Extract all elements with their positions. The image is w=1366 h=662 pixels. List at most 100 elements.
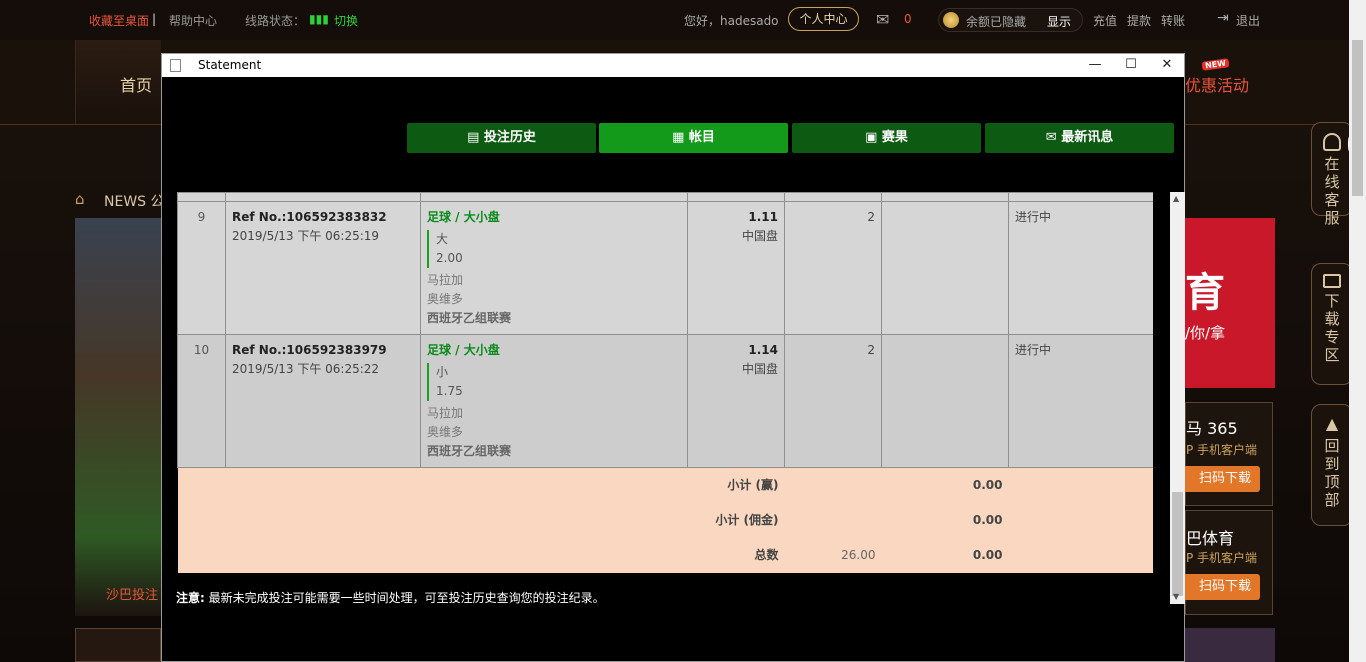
top-bar: 收藏至桌面 | 帮助中心 线路状态： ▮▮▮ 切换 您好，hadesado 个人… xyxy=(0,0,1366,40)
statement-window: Statement — ☐ ✕ ▤ 投注历史 ▦ 帐目 ▣ 赛果 ✉ 最新讯息 … xyxy=(161,53,1185,662)
nav-home[interactable]: 首页 xyxy=(75,40,161,124)
download-button-2[interactable]: 扫码下载 xyxy=(1185,574,1260,600)
tab-results[interactable]: ▣ 赛果 xyxy=(792,123,981,153)
user-center-button[interactable]: 个人中心 xyxy=(788,7,859,31)
tab-bet-history[interactable]: ▤ 投注历史 xyxy=(407,123,596,153)
rocket-icon: ▲ xyxy=(1325,414,1339,433)
online-service-button[interactable]: 在线客服 xyxy=(1311,122,1353,227)
window-titlebar: Statement — ☐ ✕ xyxy=(162,54,1184,77)
logout-icon[interactable]: ⇥ xyxy=(1217,10,1229,26)
app-panel-2-title: 巴体育 xyxy=(1186,529,1235,548)
ref-number[interactable]: Ref No.:106592383979 xyxy=(232,341,414,360)
selection-cell: 足球 / 大小盘 大 2.00 马拉加 奥维多 西班牙乙组联赛 xyxy=(420,201,688,335)
sport-banner-label[interactable]: 沙巴投注 xyxy=(106,584,158,603)
document-icon xyxy=(170,59,181,72)
home-team: 马拉加 xyxy=(427,273,464,287)
news-icon: ⌂ xyxy=(75,190,85,208)
odds-cell: 1.14 中国盘 xyxy=(687,334,785,468)
page-scrollbar-thumb[interactable] xyxy=(1352,40,1363,196)
headset-icon xyxy=(1323,133,1341,151)
odds-value: 1.14 xyxy=(748,343,778,357)
summary-row-commission: 小计 (佣金) 0.00 xyxy=(177,503,1153,538)
online-service-label: 在线客服 xyxy=(1324,155,1340,227)
mail-icon[interactable]: ✉ xyxy=(876,10,889,29)
odds-type: 中国盘 xyxy=(741,229,778,243)
winloss-cell xyxy=(881,201,1009,335)
show-balance-button[interactable]: 显示 xyxy=(1047,13,1071,30)
separator: | xyxy=(152,12,157,26)
total-stake: 26.00 xyxy=(784,538,882,573)
table-scrollbar[interactable]: ▲ ▼ xyxy=(1170,192,1185,604)
greeting: 您好，hadesado xyxy=(684,14,779,28)
notice-prefix: 注意: xyxy=(176,591,205,605)
back-to-top-label: 回到顶部 xyxy=(1324,437,1340,509)
promo-banner[interactable]: 育 /你/拿 xyxy=(1185,218,1275,388)
withdraw-link[interactable]: 提款 xyxy=(1127,12,1151,29)
subtotal-commission-value: 0.00 xyxy=(881,503,1009,538)
download-zone-button[interactable]: 下载专区 xyxy=(1311,263,1353,385)
table-row-partial xyxy=(177,192,1153,202)
summary-row-win: 小计 (赢) 0.00 xyxy=(177,467,1153,503)
mail-count: 0 xyxy=(904,12,912,26)
pick-name: 小 xyxy=(436,365,449,379)
scroll-up-icon[interactable]: ▲ xyxy=(1173,194,1179,203)
page-scrollbar[interactable] xyxy=(1349,0,1366,662)
logout-link[interactable]: 退出 xyxy=(1236,12,1260,29)
app-panel-1-sub: P 手机客户端 xyxy=(1186,443,1258,457)
notice-text: 最新未完成投注可能需要一些时间处理，可至投注历史查询您的投注纪录。 xyxy=(204,591,605,605)
news-title: NEWS 公 xyxy=(104,194,165,210)
nav-promo[interactable]: 优惠活动 xyxy=(1185,72,1249,96)
pick-odds: 2.00 xyxy=(436,251,463,265)
stake-cell: 2 xyxy=(784,334,882,468)
statement-table: 9 Ref No.:106592383832 2019/5/13 下午 06:25… xyxy=(177,192,1153,573)
row-number: 9 xyxy=(177,201,226,335)
download-button-1[interactable]: 扫码下载 xyxy=(1185,466,1260,492)
minimize-button[interactable]: — xyxy=(1077,54,1113,77)
deposit-link[interactable]: 充值 xyxy=(1093,12,1117,29)
download-zone-label: 下载专区 xyxy=(1324,292,1340,364)
close-button[interactable]: ✕ xyxy=(1149,54,1185,77)
subtotal-commission-label: 小计 (佣金) xyxy=(177,503,785,538)
transfer-link[interactable]: 转账 xyxy=(1161,12,1185,29)
odds-value: 1.11 xyxy=(748,210,778,224)
selection-cell: 足球 / 大小盘 小 1.75 马拉加 奥维多 西班牙乙组联赛 xyxy=(420,334,688,468)
monitor-icon xyxy=(1323,274,1341,288)
maximize-button[interactable]: ☐ xyxy=(1113,54,1149,77)
subtotal-win-value: 0.00 xyxy=(881,467,1009,503)
scroll-down-icon[interactable]: ▼ xyxy=(1173,592,1179,601)
ref-cell: Ref No.:106592383832 2019/5/13 下午 06:25:1… xyxy=(225,201,421,335)
pt-panel xyxy=(75,628,161,662)
bet-time: 2019/5/13 下午 06:25:19 xyxy=(232,229,380,243)
winloss-cell xyxy=(881,334,1009,468)
bet-time: 2019/5/13 下午 06:25:22 xyxy=(232,362,380,376)
table-row: 10 Ref No.:106592383979 2019/5/13 下午 06:2… xyxy=(177,334,1153,468)
bookmark-link[interactable]: 收藏至桌面 xyxy=(89,12,149,29)
league-name: 西班牙乙组联赛 xyxy=(427,444,512,458)
back-to-top-button[interactable]: ▲ 回到顶部 xyxy=(1311,404,1353,526)
pick-block: 小 1.75 xyxy=(427,363,681,401)
coin-icon xyxy=(943,12,959,28)
table-scrollbar-thumb[interactable] xyxy=(1172,492,1183,596)
calculator-icon: ▦ xyxy=(672,130,689,145)
app-panel-2-sub: P 手机客户端 xyxy=(1186,551,1258,565)
market-label: 足球 / 大小盘 xyxy=(427,343,500,357)
clipboard-icon: ▤ xyxy=(467,130,484,145)
home-team: 马拉加 xyxy=(427,406,464,420)
ref-number[interactable]: Ref No.:106592383832 xyxy=(232,208,414,227)
switch-link[interactable]: 切换 xyxy=(334,12,358,29)
bottom-banner xyxy=(1185,628,1275,662)
summary-row-total: 总数 26.00 0.00 xyxy=(177,538,1153,573)
row-number: 10 xyxy=(177,334,226,468)
sport-banner[interactable] xyxy=(75,218,161,616)
line-status-label: 线路状态： xyxy=(245,14,306,28)
status-cell: 进行中 xyxy=(1008,201,1153,335)
results-icon: ▣ xyxy=(865,130,882,145)
odds-cell: 1.11 中国盘 xyxy=(687,201,785,335)
tab-statement[interactable]: ▦ 帐目 xyxy=(599,123,788,153)
app-panel-1-title: 马 365 xyxy=(1186,419,1238,438)
tab-news[interactable]: ✉ 最新讯息 xyxy=(985,123,1174,153)
mail-icon: ✉ xyxy=(1045,130,1062,145)
help-link[interactable]: 帮助中心 xyxy=(169,12,217,29)
status-cell: 进行中 xyxy=(1008,334,1153,468)
odds-type: 中国盘 xyxy=(741,362,778,376)
